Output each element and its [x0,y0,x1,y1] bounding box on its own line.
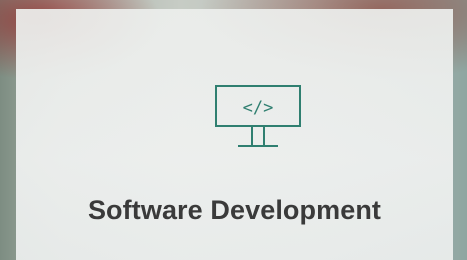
monitor-code-icon: </> [214,84,304,156]
card-title: Software Development [87,195,382,225]
service-card[interactable]: </> Software Development [16,9,453,260]
code-glyph: </> [243,98,274,118]
